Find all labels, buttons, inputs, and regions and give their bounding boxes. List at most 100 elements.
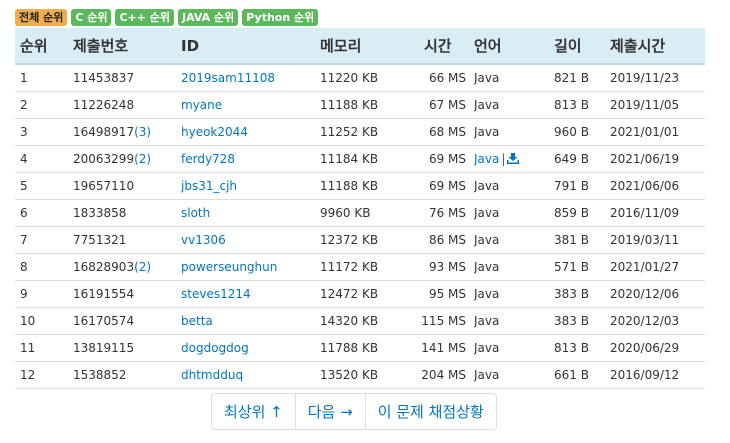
ranking-table-container: 순위 제출번호 ID 메모리 시간 언어 길이 제출시간 1 11453837 20… [15,28,705,389]
user-id-cell: jbs31_cjh [181,172,320,200]
user-id-link[interactable]: jbs31_cjh [181,179,237,193]
download-icon[interactable] [507,152,520,164]
time-cell: 141 MS [406,334,474,362]
language-label: Java [474,259,500,274]
other-submissions-link[interactable]: (2) [134,260,151,274]
header-time[interactable]: 시간 [406,28,474,65]
memory-cell: 11172 KB [320,253,406,281]
submission-cell: 13819115 [73,334,181,362]
language-cell: Java [474,280,554,308]
table-row: 11 13819115 dogdogdog 11788 KB 141 MS Java 813… [15,334,705,362]
length-cell: 791 B [554,172,610,200]
next-button[interactable]: 다음 → [294,394,365,429]
table-row: 4 20063299(2) ferdy728 11184 KB 69 MS Java | 64… [15,145,705,173]
judge-status-button[interactable]: 이 문제 채점상황 [364,394,496,429]
rank-cell: 7 [15,226,73,254]
header-submitted-at[interactable]: 제출시간 [610,28,705,65]
user-id-link[interactable]: myane [181,98,222,112]
table-row: 6 1833858 sloth 9960 KB 76 MS Java 859 B 2016/1… [15,199,705,227]
table-header-row: 순위 제출번호 ID 메모리 시간 언어 길이 제출시간 [15,28,705,65]
user-id-link[interactable]: betta [181,314,213,328]
language-label: Java [474,340,500,355]
language-cell: Java [474,118,554,146]
user-id-cell: dogdogdog [181,334,320,362]
length-cell: 571 B [554,253,610,281]
filter-badge[interactable]: JAVA 순위 [178,9,239,26]
user-id-link[interactable]: 2019sam11108 [181,71,275,85]
time-cell: 115 MS [406,307,474,335]
user-id-link[interactable]: dhtmdduq [181,368,243,382]
submission-number: 16498917 [73,124,135,139]
header-submission[interactable]: 제출번호 [73,28,181,65]
language-link[interactable]: Java [474,152,499,166]
table-row: 8 16828903(2) powerseunghun 11172 KB 93 MS Ja… [15,253,705,281]
memory-cell: 13520 KB [320,361,406,389]
memory-cell: 11788 KB [320,334,406,362]
header-memory[interactable]: 메모리 [320,28,406,65]
submission-number: 19657110 [73,178,135,193]
memory-cell: 11220 KB [320,64,406,92]
user-id-cell: vv1306 [181,226,320,254]
header-length[interactable]: 길이 [554,28,610,65]
length-cell: 381 B [554,226,610,254]
submission-number: 16170574 [73,313,135,328]
time-cell: 68 MS [406,118,474,146]
rank-cell: 2 [15,91,73,119]
submission-number: 20063299 [73,151,135,166]
other-submissions-link[interactable]: (2) [134,152,151,166]
submission-cell: 1833858 [73,199,181,227]
language-label: Java [474,124,500,139]
time-cell: 76 MS [406,199,474,227]
submission-number: 13819115 [73,340,135,355]
filter-badge[interactable]: 전체 순위 [15,9,68,26]
user-id-cell: powerseunghun [181,253,320,281]
user-id-link[interactable]: dogdogdog [181,341,249,355]
ranking-table: 순위 제출번호 ID 메모리 시간 언어 길이 제출시간 1 11453837 20… [15,28,705,389]
rank-cell: 1 [15,64,73,92]
submission-cell: 11226248 [73,91,181,119]
language-label: Java [474,313,500,328]
user-id-cell: hyeok2044 [181,118,320,146]
submission-cell: 19657110 [73,172,181,200]
user-id-link[interactable]: sloth [181,206,210,220]
user-id-link[interactable]: hyeok2044 [181,125,248,139]
rank-cell: 5 [15,172,73,200]
submission-cell: 11453837 [73,64,181,92]
submitted-at-cell: 2021/06/19 [610,145,705,173]
user-id-cell: sloth [181,199,320,227]
filter-badge[interactable]: C 순위 [71,9,112,26]
header-language[interactable]: 언어 [474,28,554,65]
rank-cell: 10 [15,307,73,335]
submission-number: 11453837 [73,70,135,85]
memory-cell: 11252 KB [320,118,406,146]
top-button[interactable]: 최상위 ↑ [212,394,295,429]
memory-cell: 11184 KB [320,145,406,173]
filter-badge[interactable]: Python 순위 [242,9,319,26]
memory-cell: 11188 KB [320,91,406,119]
user-id-cell: dhtmdduq [181,361,320,389]
header-id[interactable]: ID [181,28,320,65]
language-cell: Java [474,334,554,362]
user-id-link[interactable]: steves1214 [181,287,251,301]
memory-cell: 12372 KB [320,226,406,254]
rank-cell: 9 [15,280,73,308]
user-id-cell: myane [181,91,320,119]
time-cell: 69 MS [406,145,474,173]
other-submissions-link[interactable]: (3) [134,125,151,139]
filter-badge[interactable]: C++ 순위 [115,9,175,26]
user-id-link[interactable]: powerseunghun [181,260,277,274]
user-id-link[interactable]: vv1306 [181,233,226,247]
language-cell: Java [474,172,554,200]
user-id-link[interactable]: ferdy728 [181,152,235,166]
rank-cell: 8 [15,253,73,281]
submitted-at-cell: 2021/01/27 [610,253,705,281]
submission-cell: 1538852 [73,361,181,389]
pagination: 최상위 ↑ 다음 → 이 문제 채점상황 [211,393,497,430]
submission-number: 16828903 [73,259,135,274]
header-rank[interactable]: 순위 [15,28,73,65]
submission-cell: 16498917(3) [73,118,181,146]
language-cell: Java [474,253,554,281]
ranking-filter-bar: 전체 순위 C 순위 C++ 순위 JAVA 순위 Python 순위 [15,9,319,26]
submitted-at-cell: 2021/06/06 [610,172,705,200]
table-row: 12 1538852 dhtmdduq 13520 KB 204 MS Java 661 B… [15,361,705,389]
